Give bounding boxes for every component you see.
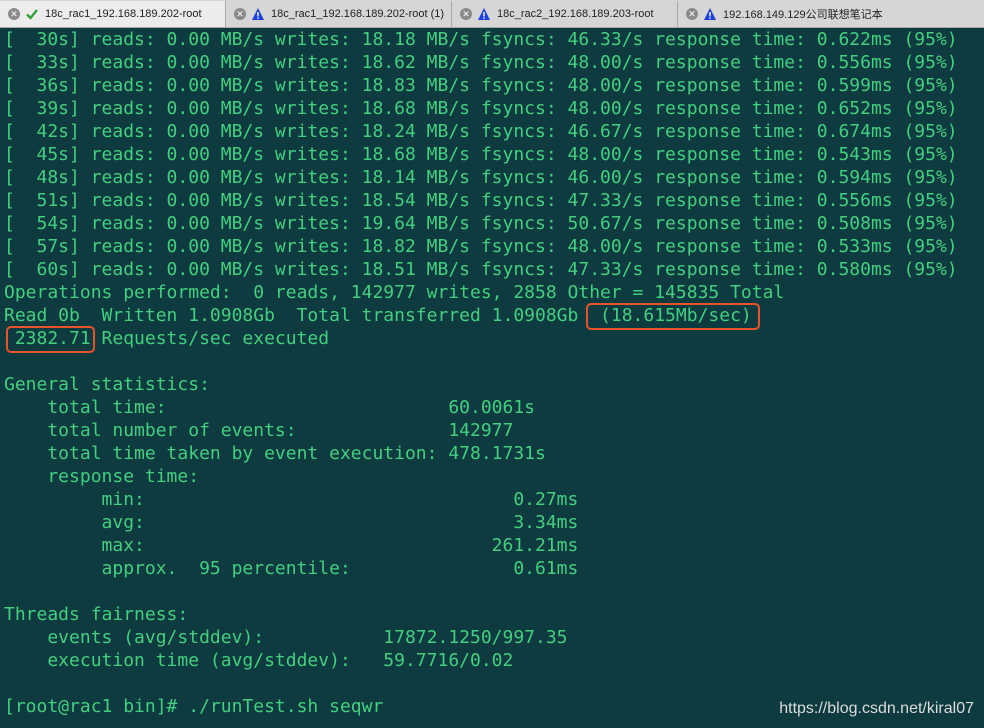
tab-title: 18c_rac1_192.168.189.202-root (1) [271,8,445,20]
close-icon[interactable]: ✕ [234,8,246,20]
tab-title: 18c_rac1_192.168.189.202-root [45,8,202,20]
watermark: https://blog.csdn.net/kiral07 [779,700,974,717]
warning-icon [252,8,264,20]
terminal-line: approx. 95 percentile: 0.61ms [4,558,579,579]
terminal-line: [ 30s] reads: 0.00 MB/s writes: 18.18 MB… [4,29,958,50]
terminal-line: [ 42s] reads: 0.00 MB/s writes: 18.24 MB… [4,121,958,142]
terminal-line: Operations performed: 0 reads, 142977 wr… [4,282,785,303]
terminal-line: Threads fairness: [4,604,189,625]
terminal-line: [ 51s] reads: 0.00 MB/s writes: 18.54 MB… [4,190,958,211]
terminal-line: min: 0.27ms [4,489,579,510]
close-icon[interactable]: ✕ [460,8,472,20]
terminal-line: [ 60s] reads: 0.00 MB/s writes: 18.51 MB… [4,259,958,280]
terminal-line: [ 36s] reads: 0.00 MB/s writes: 18.83 MB… [4,75,958,96]
terminal-line: General statistics: [4,374,210,395]
warning-icon [478,8,490,20]
terminal-line: [ 54s] reads: 0.00 MB/s writes: 19.64 MB… [4,213,958,234]
throughput-highlight [586,303,760,330]
terminal-line: avg: 3.34ms [4,512,579,533]
requests-highlight [6,326,95,353]
terminal-line: [ 39s] reads: 0.00 MB/s writes: 18.68 MB… [4,98,958,119]
terminal-line: [ 48s] reads: 0.00 MB/s writes: 18.14 MB… [4,167,958,188]
tab-title: 18c_rac2_192.168.189.203-root [497,8,654,20]
terminal-line: 2382.71 Requests/sec executed [4,328,330,349]
tab-session-4[interactable]: ✕ 192.168.149.129公司联想笔记本 [678,1,928,27]
tab-session-2[interactable]: ✕ 18c_rac1_192.168.189.202-root (1) [226,1,452,27]
terminal-line: [ 57s] reads: 0.00 MB/s writes: 18.82 MB… [4,236,958,257]
terminal-line: [ 33s] reads: 0.00 MB/s writes: 18.62 MB… [4,52,958,73]
warning-icon [704,8,716,20]
terminal-line: [ 45s] reads: 0.00 MB/s writes: 18.68 MB… [4,144,958,165]
terminal-line: total number of events: 142977 [4,420,514,441]
terminal-line: Read 0b Written 1.0908Gb Total transferr… [4,305,752,326]
tab-session-3[interactable]: ✕ 18c_rac2_192.168.189.203-root [452,1,678,27]
terminal-line: response time: [4,466,200,487]
terminal-line: total time: 60.0061s [4,397,536,418]
tab-title: 192.168.149.129公司联想笔记本 [723,9,883,21]
close-icon[interactable]: ✕ [686,8,698,20]
terminal-output[interactable]: [ 30s] reads: 0.00 MB/s writes: 18.18 MB… [4,28,980,718]
tab-session-1[interactable]: ✕ 18c_rac1_192.168.189.202-root [0,1,226,27]
terminal-line: events (avg/stddev): 17872.1250/997.35 [4,627,568,648]
checkmark-icon [26,9,38,20]
close-icon[interactable]: ✕ [8,8,20,20]
tab-bar: ✕ 18c_rac1_192.168.189.202-root ✕ 18c_ra… [0,0,984,28]
terminal-line: execution time (avg/stddev): 59.7716/0.0… [4,650,514,671]
terminal-line: total time taken by event execution: 478… [4,443,546,464]
terminal-line: max: 261.21ms [4,535,579,556]
